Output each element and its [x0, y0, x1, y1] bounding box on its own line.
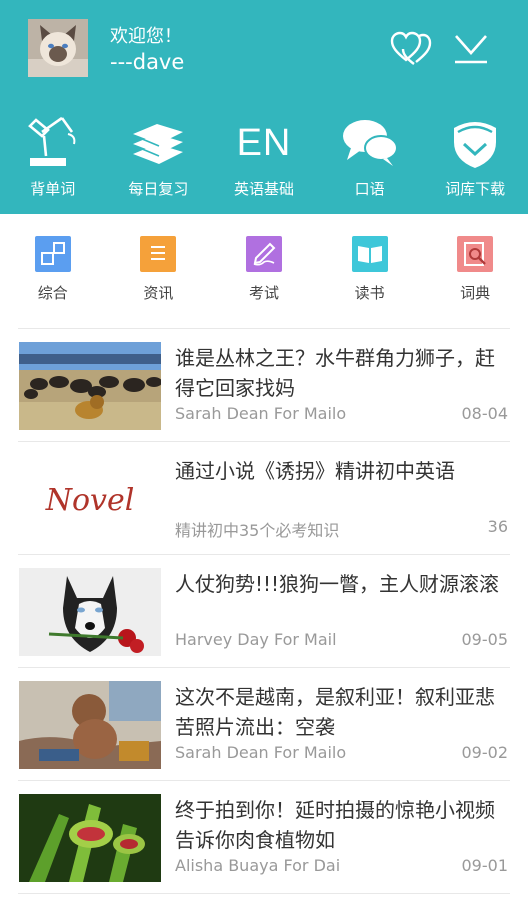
en-text-icon: EN: [236, 122, 292, 164]
category-reading[interactable]: 读书: [317, 214, 423, 328]
category-label: 资讯: [143, 284, 174, 302]
squares-icon: [34, 236, 71, 272]
child-thumbnail: [19, 681, 161, 769]
news-subtitle: 精讲初中35个必考知识: [175, 521, 340, 540]
func-speaking[interactable]: 口语: [317, 110, 423, 206]
news-date: 09-01: [461, 856, 509, 875]
category-exam[interactable]: 考试: [211, 214, 317, 328]
list-item[interactable]: 这次不是越南，是叙利亚！叙利亚悲苦照片流出：空袭 Sarah Dean For …: [0, 668, 528, 780]
category-news[interactable]: 资讯: [106, 214, 212, 328]
list-item[interactable]: 终于拍到你！延时拍摄的惊艳小视频告诉你肉食植物如 Alisha Buaya Fo…: [0, 781, 528, 893]
novel-thumb-text: Novel: [45, 483, 135, 518]
greeting-text: 欢迎您！: [110, 26, 182, 47]
func-label: 背单词: [30, 180, 76, 198]
novel-thumbnail: Novel: [19, 455, 161, 543]
news-date: 09-05: [461, 630, 509, 649]
magnifier-icon: [457, 236, 494, 272]
list-item[interactable]: Novel 通过小说《诱拐》精讲初中英语 精讲初中35个必考知识 36: [0, 442, 528, 554]
func-vocabulary[interactable]: 背单词: [0, 110, 106, 206]
func-english-basics[interactable]: EN 英语基础: [211, 110, 317, 206]
func-label: 口语: [354, 180, 385, 198]
news-title: 这次不是越南，是叙利亚！叙利亚悲苦照片流出：空袭: [175, 685, 495, 739]
avatar[interactable]: [28, 19, 88, 77]
func-daily-review[interactable]: 每日复习: [106, 110, 212, 206]
buffalo-lion-thumbnail: [19, 342, 161, 430]
flytrap-thumbnail: [19, 794, 161, 882]
book-icon: [351, 236, 388, 272]
news-source: Alisha Buaya For Dai: [175, 856, 341, 875]
username-text: ---dave: [110, 50, 185, 74]
news-date: 09-02: [461, 743, 509, 762]
speech-bubbles-icon: [339, 114, 401, 170]
func-label: 词库下载: [445, 180, 506, 198]
news-title: 谁是丛林之王？水牛群角力狮子，赶得它回家找妈: [175, 346, 495, 400]
list-item[interactable]: 谁是丛林之王？水牛群角力狮子，赶得它回家找妈 Sarah Dean For Ma…: [0, 329, 528, 441]
divider: [18, 893, 510, 894]
desk-lamp-icon: [22, 114, 84, 170]
category-bar: 综合 资讯 考试 读书 词典: [0, 214, 528, 328]
func-label: 英语基础: [233, 180, 294, 198]
hearts-icon: [390, 31, 432, 65]
download-shield-icon: [444, 114, 506, 170]
news-source: Sarah Dean For Mailo: [175, 743, 347, 762]
app-header: 欢迎您！ ---dave 背单词 每日复习 EN 英语基础 口语 词库下载: [0, 0, 528, 214]
list-item[interactable]: 人仗狗势!!!狼狗一瞥，主人财源滚滚 Harvey Day For Mail 0…: [0, 555, 528, 667]
news-source: Sarah Dean For Mailo: [175, 404, 347, 423]
news-title: 通过小说《诱拐》精讲初中英语: [175, 459, 455, 483]
news-date: 08-04: [461, 404, 509, 423]
news-source: Harvey Day For Mail: [175, 630, 337, 649]
category-label: 考试: [248, 284, 279, 302]
download-button[interactable]: [448, 26, 494, 70]
books-icon: [127, 114, 189, 170]
category-label: 综合: [37, 284, 68, 302]
function-row: 背单词 每日复习 EN 英语基础 口语 词库下载: [0, 110, 528, 206]
category-label: 词典: [460, 284, 491, 302]
category-dictionary[interactable]: 词典: [422, 214, 528, 328]
category-general[interactable]: 综合: [0, 214, 106, 328]
document-icon: [140, 236, 177, 272]
func-wordbank-download[interactable]: 词库下载: [422, 110, 528, 206]
news-count: 36: [487, 517, 508, 536]
news-title: 人仗狗势!!!狼狗一瞥，主人财源滚滚: [175, 572, 500, 596]
news-title: 终于拍到你！延时拍摄的惊艳小视频告诉你肉食植物如: [175, 798, 495, 852]
download-icon: [455, 35, 487, 64]
func-label: 每日复习: [128, 180, 189, 198]
pen-icon: [245, 236, 282, 272]
category-label: 读书: [354, 284, 385, 302]
husky-thumbnail: [19, 568, 161, 656]
favorites-button[interactable]: [388, 26, 434, 70]
